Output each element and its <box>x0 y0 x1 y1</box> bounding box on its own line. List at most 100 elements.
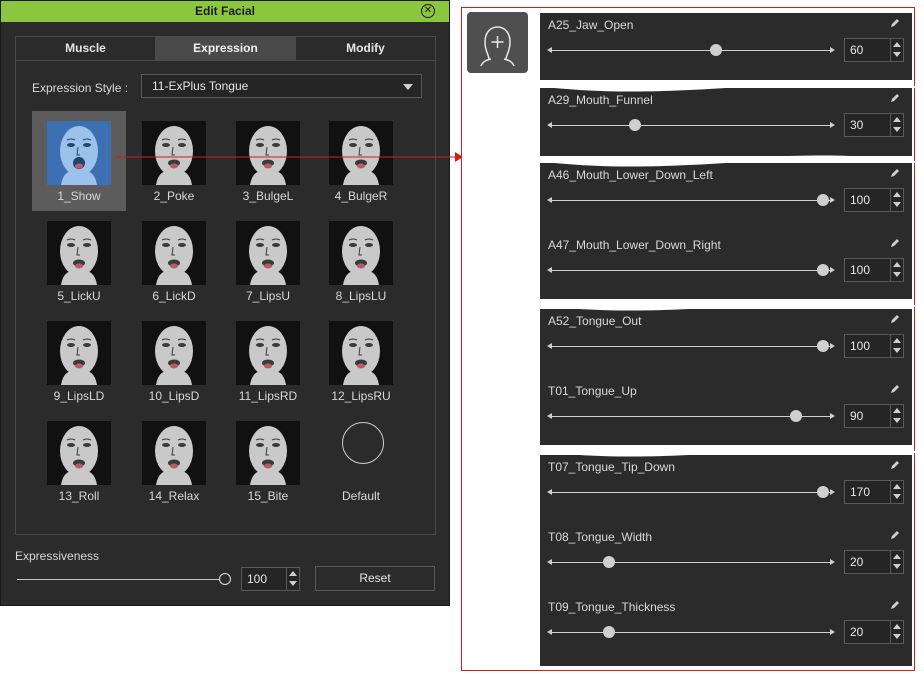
head-add-button[interactable] <box>467 12 528 73</box>
slider-handle[interactable] <box>817 486 829 498</box>
morph-slider[interactable] <box>547 264 835 276</box>
spin-up-icon[interactable] <box>893 624 901 629</box>
morph-slider[interactable] <box>547 626 835 638</box>
spin-down-icon[interactable] <box>893 127 901 132</box>
spin-up-icon[interactable] <box>893 262 901 267</box>
spin-up-icon[interactable] <box>893 42 901 47</box>
morph-value-input[interactable]: 30 <box>844 113 904 137</box>
pencil-icon[interactable] <box>890 238 900 248</box>
spin-up-icon[interactable] <box>893 338 901 343</box>
value-spinner[interactable] <box>890 551 903 573</box>
morph-slider[interactable] <box>547 44 835 56</box>
expression-label: 15_Bite <box>247 489 289 503</box>
spin-down-icon[interactable] <box>289 581 297 586</box>
reset-button[interactable]: Reset <box>315 566 435 591</box>
value-spinner[interactable] <box>890 259 903 281</box>
spin-up-icon[interactable] <box>893 484 901 489</box>
spin-down-icon[interactable] <box>893 272 901 277</box>
expression-default[interactable]: Default <box>314 411 408 511</box>
pencil-icon[interactable] <box>890 530 900 540</box>
pencil-icon[interactable] <box>890 314 900 324</box>
slider-handle[interactable] <box>602 556 615 568</box>
spin-up-icon[interactable] <box>893 192 901 197</box>
expression-label: 4_BulgeR <box>334 189 388 203</box>
tab-expression[interactable]: Expression <box>156 37 296 60</box>
morph-value-input[interactable]: 100 <box>844 334 904 358</box>
morph-value-input[interactable]: 100 <box>844 188 904 212</box>
expression-style-dropdown[interactable]: 11-ExPlus Tongue <box>141 74 422 98</box>
spin-down-icon[interactable] <box>893 494 901 499</box>
arrow-right-icon <box>830 197 835 203</box>
expressiveness-slider[interactable] <box>17 573 231 585</box>
expressiveness-input[interactable]: 100 <box>241 567 300 591</box>
pencil-icon[interactable] <box>890 168 900 178</box>
spin-up-icon[interactable] <box>893 117 901 122</box>
slider-handle[interactable] <box>790 410 803 422</box>
slider-track <box>549 492 831 493</box>
close-icon[interactable]: ✕ <box>421 4 435 18</box>
expression-item[interactable]: 7_LipsU <box>221 211 315 311</box>
arrow-right-icon <box>830 343 835 349</box>
value-spinner[interactable] <box>890 405 903 427</box>
value-spinner[interactable] <box>890 335 903 357</box>
expression-item[interactable]: 12_LipsRU <box>314 311 408 411</box>
morph-slider[interactable] <box>547 486 835 498</box>
expression-item[interactable]: 10_LipsD <box>127 311 221 411</box>
morph-slider[interactable] <box>547 556 835 568</box>
expression-item[interactable]: 14_Relax <box>127 411 221 511</box>
slider-handle[interactable] <box>219 573 231 585</box>
expression-item[interactable]: 11_LipsRD <box>221 311 315 411</box>
morph-value-input[interactable]: 100 <box>844 258 904 282</box>
value-spinner[interactable] <box>890 39 903 61</box>
slider-handle[interactable] <box>709 44 722 56</box>
face-thumbnail-icon <box>236 421 300 485</box>
morph-slider[interactable] <box>547 340 835 352</box>
pencil-icon[interactable] <box>890 460 900 470</box>
slider-track <box>549 125 831 126</box>
spin-up-icon[interactable] <box>893 408 901 413</box>
morph-slider-label: T07_Tongue_Tip_Down <box>548 460 675 474</box>
slider-group: A52_Tongue_Out 100 T01_Tongue_Up 90 <box>540 309 912 445</box>
morph-value-input[interactable]: 20 <box>844 550 904 574</box>
value-spinner[interactable] <box>890 114 903 136</box>
slider-handle[interactable] <box>817 264 829 276</box>
pencil-icon[interactable] <box>890 18 900 28</box>
spin-down-icon[interactable] <box>893 564 901 569</box>
pencil-icon[interactable] <box>890 93 900 103</box>
tab-modify[interactable]: Modify <box>296 37 435 60</box>
morph-slider[interactable] <box>547 119 835 131</box>
spin-down-icon[interactable] <box>893 52 901 57</box>
slider-handle[interactable] <box>817 340 829 352</box>
morph-value-input[interactable]: 170 <box>844 480 904 504</box>
morph-slider[interactable] <box>547 194 835 206</box>
expression-item[interactable]: 8_LipsLU <box>314 211 408 311</box>
expression-item[interactable]: 9_LipsLD <box>32 311 126 411</box>
spin-down-icon[interactable] <box>893 348 901 353</box>
spin-down-icon[interactable] <box>893 202 901 207</box>
spin-down-icon[interactable] <box>893 634 901 639</box>
value-spinner[interactable] <box>890 621 903 643</box>
morph-value-input[interactable]: 60 <box>844 38 904 62</box>
value-spinner[interactable] <box>890 481 903 503</box>
tab-muscle[interactable]: Muscle <box>16 37 156 60</box>
morph-value-input[interactable]: 20 <box>844 620 904 644</box>
expression-item[interactable]: 5_LickU <box>32 211 126 311</box>
spin-down-icon[interactable] <box>893 418 901 423</box>
expression-label: Default <box>341 489 381 503</box>
expression-item[interactable]: 1_Show <box>32 111 126 211</box>
expression-item[interactable]: 13_Roll <box>32 411 126 511</box>
pencil-icon[interactable] <box>890 384 900 394</box>
slider-handle[interactable] <box>629 119 642 131</box>
value-spinner[interactable] <box>890 189 903 211</box>
spin-up-icon[interactable] <box>289 571 297 576</box>
torn-edge-divider <box>536 445 916 457</box>
slider-handle[interactable] <box>602 626 615 638</box>
expression-item[interactable]: 15_Bite <box>221 411 315 511</box>
expression-item[interactable]: 6_LickD <box>127 211 221 311</box>
expressiveness-spinner[interactable] <box>286 568 299 590</box>
morph-value-input[interactable]: 90 <box>844 404 904 428</box>
pencil-icon[interactable] <box>890 600 900 610</box>
spin-up-icon[interactable] <box>893 554 901 559</box>
slider-handle[interactable] <box>817 194 829 206</box>
morph-slider[interactable] <box>547 410 835 422</box>
